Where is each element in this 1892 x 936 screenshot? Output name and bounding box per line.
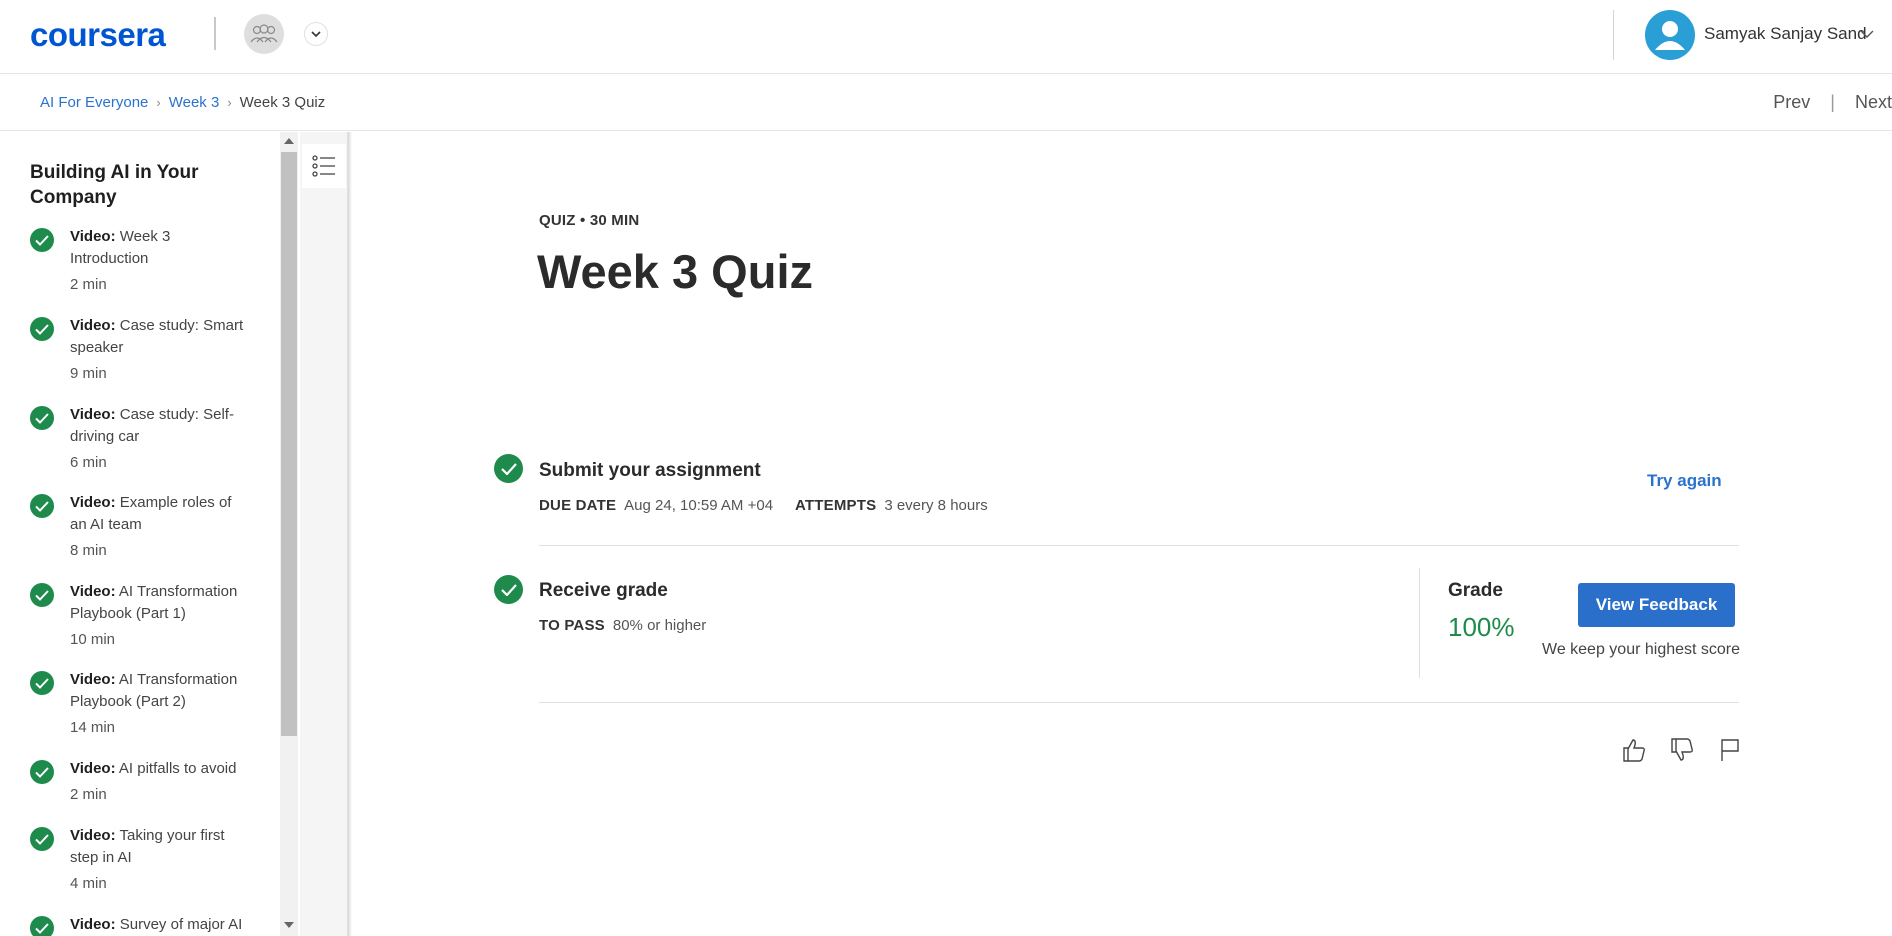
grade-step-title: Receive grade [539, 580, 668, 601]
sidebar-item-label: Video: Survey of major AI [70, 916, 243, 933]
check-icon [30, 916, 54, 936]
avatar[interactable] [1645, 10, 1695, 60]
nav-divider: | [1830, 92, 1835, 112]
list-icon [312, 155, 335, 177]
try-again-button[interactable]: Try again [1647, 471, 1722, 491]
sidebar-item-label: Video: Example roles of an AI team [70, 494, 232, 533]
team-icon [250, 24, 278, 43]
grade-note: We keep your highest score [1542, 641, 1741, 658]
check-icon [30, 671, 54, 695]
sidebar-item-label: Video: AI pitfalls to avoid [70, 760, 237, 777]
breadcrumb-separator: › [227, 95, 232, 110]
like-button[interactable] [1620, 736, 1648, 764]
sidebar-item-duration: 4 min [70, 875, 107, 892]
top-header: coursera Samyak Sanjay Sand [0, 0, 1892, 74]
grade-value: 100% [1448, 612, 1515, 642]
sidebar-item-label: Video: AI Transformation Playbook (Part … [70, 583, 238, 622]
sidebar-item-duration: 10 min [70, 631, 116, 648]
sidebar-item-duration: 2 min [70, 276, 107, 293]
sidebar-item[interactable]: Video: AI Transformation Playbook (Part … [30, 669, 250, 739]
breadcrumb-course[interactable]: AI For Everyone [40, 94, 148, 111]
sidebar-item-label: Video: Case study: Smart speaker [70, 317, 244, 356]
check-icon [30, 317, 54, 341]
attempts: ATTEMPTS 3 every 8 hours [795, 497, 988, 514]
breadcrumb-week[interactable]: Week 3 [169, 94, 220, 111]
breadcrumb: AI For Everyone › Week 3 › Week 3 Quiz [40, 94, 325, 111]
pass-requirement: TO PASS 80% or higher [539, 617, 706, 634]
sidebar-item-duration: 14 min [70, 719, 116, 736]
sidebar-item[interactable]: Video: Survey of major AI [30, 914, 250, 936]
breadcrumb-separator: › [156, 95, 161, 110]
thumbs-down-icon [1671, 738, 1693, 761]
sidebar-scroll-thumb[interactable] [281, 152, 297, 736]
sidebar-item-label: Video: AI Transformation Playbook (Part … [70, 671, 238, 710]
check-icon [30, 494, 54, 518]
due-date-label: DUE DATE [539, 497, 617, 514]
check-icon [30, 406, 54, 430]
sidebar-item-duration: 8 min [70, 542, 107, 559]
check-icon [30, 228, 54, 252]
next-button[interactable]: Next [1855, 92, 1892, 113]
user-name[interactable]: Samyak Sanjay Sand [1704, 24, 1867, 44]
sidebar-item[interactable]: Video: AI Transformation Playbook (Part … [30, 581, 250, 651]
item-meta: QUIZ • 30 MIN [539, 212, 640, 229]
team-switcher[interactable] [244, 14, 284, 54]
header-divider [1613, 10, 1614, 60]
page-title: Week 3 Quiz [537, 245, 814, 298]
divider [539, 702, 1739, 703]
team-menu-toggle[interactable] [304, 22, 328, 46]
sidebar-item-duration: 6 min [70, 454, 107, 471]
check-icon [30, 583, 54, 607]
divider [539, 545, 1739, 546]
sidebar-item-label: Video: Case study: Self-driving car [70, 406, 234, 445]
flag-icon [1721, 739, 1739, 761]
grade-label: Grade [1448, 580, 1503, 601]
attempts-label: ATTEMPTS [795, 497, 877, 514]
report-button[interactable] [1716, 736, 1744, 764]
rail-shadow [348, 132, 352, 936]
view-feedback-button[interactable]: View Feedback [1578, 583, 1735, 627]
sidebar-item[interactable]: Video: Taking your first step in AI 4 mi… [30, 825, 250, 895]
toc-rail [300, 132, 348, 936]
toc-toggle-button[interactable] [302, 144, 346, 188]
attempts-value: 3 every 8 hours [884, 497, 988, 514]
check-icon [494, 575, 523, 604]
chevron-down-icon [311, 30, 321, 37]
sidebar-item[interactable]: Video: AI pitfalls to avoid 2 min [30, 758, 250, 808]
check-icon [30, 827, 54, 851]
breadcrumb-current: Week 3 Quiz [239, 94, 326, 111]
sidebar-item[interactable]: Video: Case study: Self-driving car 6 mi… [30, 404, 250, 474]
divider [1419, 568, 1420, 678]
sidebar-title: Building AI in Your Company [30, 162, 199, 208]
thumbs-up-icon [1623, 739, 1645, 762]
user-menu-toggle[interactable] [1860, 26, 1874, 44]
prev-button[interactable]: Prev [1773, 92, 1810, 113]
check-icon [494, 454, 523, 483]
pass-value: 80% or higher [612, 617, 707, 634]
breadcrumb-bar: AI For Everyone › Week 3 › Week 3 Quiz P… [0, 75, 1892, 131]
scroll-down-icon[interactable] [284, 922, 294, 928]
due-date: DUE DATE Aug 24, 10:59 AM +04 [539, 497, 773, 514]
header-divider [214, 17, 216, 50]
sidebar-item[interactable]: Video: Case study: Smart speaker 9 min [30, 315, 250, 385]
pass-label: TO PASS [539, 617, 605, 634]
prev-next-nav: Prev | Next [1773, 92, 1892, 113]
sidebar-item[interactable]: Video: Example roles of an AI team 8 min [30, 492, 250, 562]
reaction-bar [1620, 736, 1744, 764]
scroll-up-icon[interactable] [284, 138, 294, 144]
sidebar-item[interactable]: Video: Week 3 Introduction 2 min [30, 226, 250, 296]
sidebar-item-duration: 2 min [70, 786, 107, 803]
due-date-value: Aug 24, 10:59 AM +04 [624, 497, 774, 514]
submit-step-title: Submit your assignment [539, 460, 761, 481]
dislike-button[interactable] [1668, 736, 1696, 764]
chevron-down-icon [1860, 30, 1874, 38]
coursera-logo[interactable]: coursera [30, 16, 166, 54]
sidebar: Building AI in Your Company Video: Week … [0, 132, 280, 936]
user-icon [1655, 21, 1685, 50]
sidebar-item-label: Video: Taking your first step in AI [70, 827, 225, 866]
sidebar-item-label: Video: Week 3 Introduction [70, 228, 171, 267]
sidebar-item-duration: 9 min [70, 365, 107, 382]
check-icon [30, 760, 54, 784]
